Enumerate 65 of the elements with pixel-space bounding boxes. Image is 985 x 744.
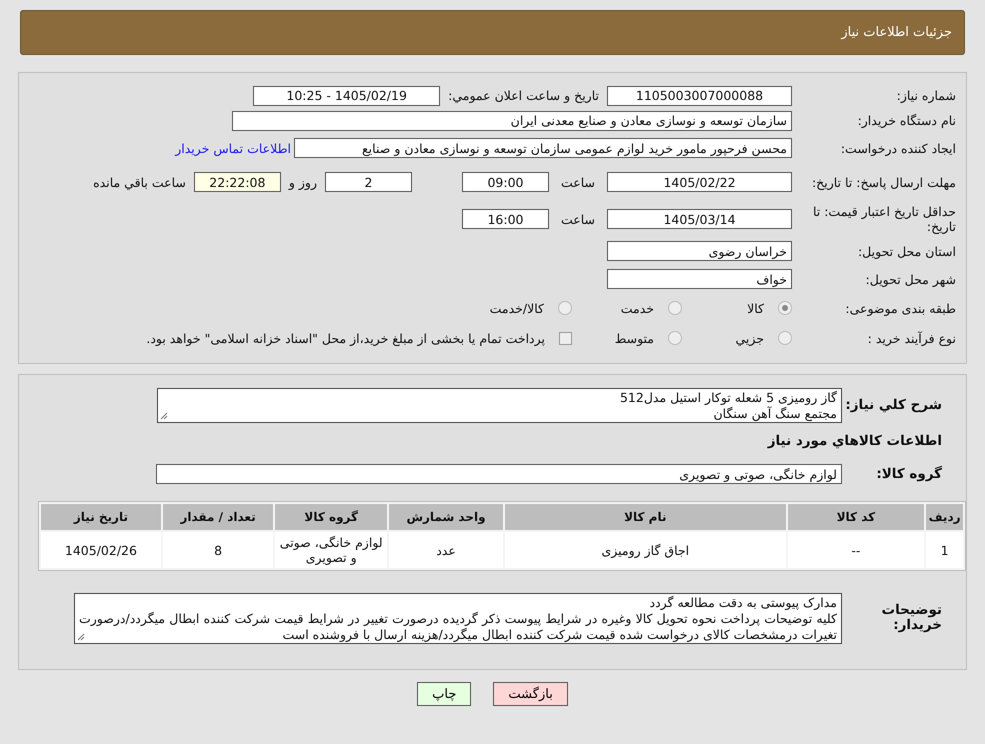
column-header: تعداد / مقدار [162, 504, 274, 530]
section-heading: اطلاعات کالاهاي مورد نياز [766, 433, 943, 449]
province-field: خراسان رضوی [607, 241, 792, 261]
field-label: شرح کلي نياز: [844, 398, 943, 412]
goods-group-field: لوازم خانگی، صوتی و تصویری [156, 464, 842, 484]
description-textarea[interactable]: گاز رومیزی 5 شعله توکار استیل مدل512 مجتمع سنگ آهن سنگان [157, 388, 842, 422]
remaining-label: ساعت باقي مانده [93, 174, 186, 190]
time-label: ساعت [560, 174, 595, 190]
validity-time-field: 16:00 [462, 209, 549, 229]
field-label: ايجاد کننده درخواست: [840, 140, 957, 156]
column-header: تاريخ نياز [41, 504, 161, 530]
days-label: روز و [288, 174, 317, 190]
city-field: خواف [607, 269, 792, 289]
table-cell: 1 [926, 532, 963, 568]
table-cell: -- [788, 532, 924, 568]
table-cell: 1405/02/26 [41, 532, 161, 568]
days-field: 2 [324, 172, 412, 192]
deadline-time-field: 09:00 [462, 172, 549, 192]
checkbox-label: پرداخت تمام یا بخشی از مبلغ خرید،از محل "اسناد خزانه اسلامی" خواهد بود. [146, 330, 545, 346]
field-label: شهر محل تحویل: [864, 272, 957, 286]
radio-button[interactable] [778, 301, 792, 315]
radio-label: کالا/خدمت [490, 300, 544, 316]
radio-button[interactable] [778, 331, 792, 345]
need-number-field: 1105003007000088 [607, 86, 792, 106]
radio-label: خدمت [620, 300, 654, 316]
field-label: مهلت ارسال پاسخ: تا تاریخ: [810, 174, 957, 190]
checkbox[interactable] [559, 332, 572, 344]
creator-field: محسن فرحپور مامور خرید لوازم عمومی سازمان توسعه و نوسازی معادن و صنایع [294, 138, 792, 158]
resize-grip-icon[interactable] [77, 632, 85, 640]
column-header: نام کالا [504, 504, 786, 530]
column-header: واحد شمارش [389, 504, 503, 530]
radio-label: جزيي [735, 330, 764, 346]
field-label: توضیحات خریدار: [880, 603, 943, 633]
column-header: گروه کالا [275, 504, 388, 530]
page-title-bar: جزئیات اطلاعات نیاز [20, 10, 965, 55]
validity-date-field: 1405/03/14 [607, 209, 792, 229]
field-label: استان محل تحویل: [856, 244, 957, 258]
remaining-time-field: 22:22:08 [194, 172, 281, 192]
table-cell: عدد [389, 532, 503, 568]
field-label: تاريخ و ساعت اعلان عمومي: [448, 88, 599, 103]
table-cell: لوازم خانگی، صوتی و تصویری [275, 532, 388, 568]
radio-button[interactable] [668, 301, 682, 315]
buyer-contact-link[interactable]: اطلاعات تماس خريدار [175, 140, 291, 156]
table-cell: اجاق گاز رومیزی [504, 532, 786, 568]
radio-button[interactable] [558, 301, 572, 315]
field-label: طبقه بندی موضوعی: [844, 300, 957, 316]
field-label: گروه کالا: [875, 466, 943, 482]
time-label: ساعت [560, 212, 595, 226]
radio-button[interactable] [668, 331, 682, 345]
buyer-org-field: سازمان توسعه و نوسازی معادن و صنایع معدنی ایران [232, 110, 792, 130]
buyer-notes-textarea[interactable]: مدارک پیوستی به دقت مطالعه گردد کلیه توضیحات پرداخت نحوه تحویل کالا وغیره در شرایط پیوست ذکر گردیده درصورت تغییر در شرایط قیمت شرکت کننده ابطال میگردد/درصورت تغیرات درمشخصات کالای درخواست شده قیمت شرکت کننده ابطال میگردد/هزینه ارسال با فروشنده است [74, 592, 842, 644]
column-header: رديف [926, 504, 963, 530]
column-header: کد کالا [788, 504, 924, 530]
deadline-date-field: 1405/02/22 [607, 172, 792, 192]
table-cell: 8 [162, 532, 274, 568]
radio-label: کالا [747, 300, 764, 316]
print-button[interactable]: چاپ [417, 682, 472, 706]
field-label: حداقل تاریخ اعتبار قیمت: تا تاریخ: [812, 204, 957, 234]
radio-label: متوسط [614, 330, 654, 346]
field-label: نوع فرآیند خرید : [866, 330, 957, 346]
field-label: شماره نیاز: [896, 88, 957, 103]
announce-date-field: 1405/02/19 - 10:25 [253, 86, 440, 106]
back-button[interactable]: بازگشت [493, 682, 568, 706]
field-label: نام دستگاه خريدار: [856, 113, 957, 128]
resize-grip-icon[interactable] [160, 412, 168, 420]
